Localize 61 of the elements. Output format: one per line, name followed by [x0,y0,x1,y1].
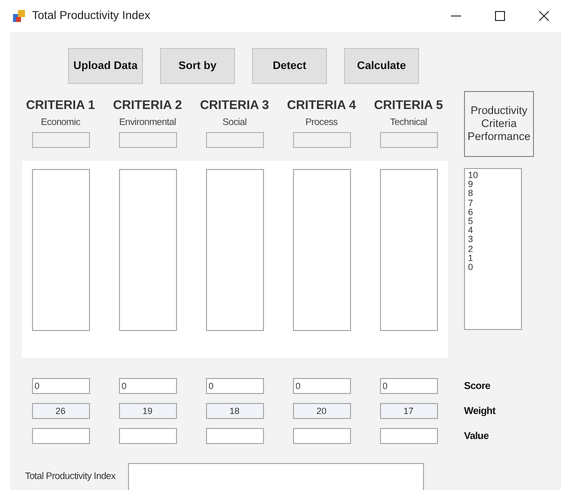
criteria-subtitle: Social [222,117,247,129]
performance-label: Productivity Criteria Performance [464,91,534,157]
weight-field[interactable]: 26 [32,403,90,419]
criteria-subtitle: Economic [40,117,80,129]
list-item[interactable]: 10 [468,171,478,180]
criteria-field[interactable] [206,132,264,148]
window-title: Total Productivity Index [32,10,152,22]
value-field[interactable] [206,428,264,444]
score-field[interactable]: 0 [206,378,264,394]
action-button[interactable]: Detect [252,48,327,84]
close-icon[interactable] [539,11,549,21]
performance-list[interactable]: 10 9 8 7 6 5 4 3 2 1 0 [464,168,522,330]
list-item[interactable]: 4 [468,226,474,236]
criteria-list[interactable] [380,169,438,331]
list-item[interactable]: 9 [468,180,474,190]
maximize-icon[interactable] [495,11,505,21]
list-item[interactable]: 1 [468,254,474,264]
criteria-list[interactable] [292,169,350,331]
value-field[interactable] [32,428,90,444]
value-field[interactable] [380,428,438,444]
criteria-title: CRITERIA 1 [26,98,95,114]
score-field[interactable]: 0 [380,378,438,394]
criteria-title: CRITERIA 5 [374,98,443,114]
weight-field[interactable]: 17 [380,403,438,419]
criteria-title: CRITERIA 2 [113,98,182,114]
list-item[interactable]: 0 [468,263,474,272]
criteria-title: CRITERIA 3 [200,98,269,114]
value-field[interactable] [292,428,350,444]
criteria-list[interactable] [206,169,264,331]
criteria-field[interactable] [32,132,90,148]
row-label: Weight [464,406,496,416]
list-item[interactable]: 8 [468,189,474,199]
criteria-list[interactable] [32,169,90,331]
list-item[interactable]: 5 [468,217,474,226]
criteria-subtitle: Process [305,117,338,129]
action-button[interactable]: Upload Data [68,48,143,84]
criteria-field[interactable] [380,132,438,148]
criteria-subtitle: Environmental [119,117,176,129]
criteria-list[interactable] [118,169,176,331]
list-item[interactable]: 6 [468,208,474,218]
list-item[interactable]: 3 [468,235,474,245]
total-field[interactable] [128,463,424,490]
row-label: Score [464,380,490,392]
score-field[interactable]: 0 [32,378,90,394]
score-field[interactable]: 0 [292,378,350,394]
criteria-subtitle: Technical [390,117,427,129]
app-icon [12,9,26,23]
list-item[interactable]: 7 [468,198,474,208]
criteria-field[interactable] [118,132,176,148]
action-button[interactable]: Sort by [160,48,235,84]
list-item[interactable]: 2 [468,244,474,254]
weight-field[interactable]: 20 [292,403,350,419]
total-label: Total Productivity Index [25,471,116,482]
value-field[interactable] [118,428,176,444]
weight-field[interactable]: 19 [118,403,176,419]
weight-field[interactable]: 18 [206,403,264,419]
score-field[interactable]: 0 [118,378,176,394]
row-label: Value [464,430,489,442]
action-button[interactable]: Calculate [344,48,419,84]
criteria-title: CRITERIA 4 [287,98,356,114]
criteria-field[interactable] [292,132,350,148]
